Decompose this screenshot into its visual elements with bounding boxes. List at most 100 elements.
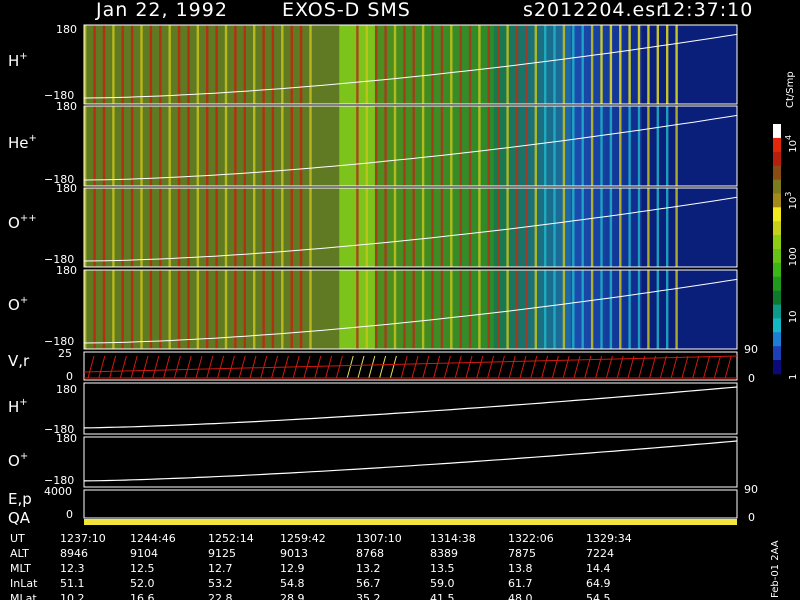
spectrogram-column (689, 188, 696, 267)
spectrogram-column (547, 106, 554, 186)
spectrogram-streak (459, 270, 462, 349)
spectrogram-column (143, 106, 150, 186)
table-cell: 1307:10 (356, 532, 402, 545)
spectrogram-streak (271, 25, 275, 104)
table-cell: 9104 (130, 547, 158, 560)
spectrogram-streak (534, 188, 537, 267)
spectrogram-streak (159, 25, 162, 104)
spectrogram-streak (562, 270, 566, 349)
spectrogram-column (327, 188, 334, 267)
spectrogram-streak (572, 106, 575, 186)
spectrogram-column (256, 106, 263, 186)
spectrogram-streak (497, 270, 500, 349)
spectrogram-streak (375, 270, 378, 349)
spectrogram-streak (431, 188, 434, 267)
vr-ytop: 25 (58, 347, 72, 360)
spectrogram-streak (440, 106, 444, 186)
spectrogram-streak (196, 106, 199, 186)
spectrogram-column (345, 25, 352, 104)
spectrogram-streak (403, 25, 406, 104)
spectrogram-column (564, 25, 572, 104)
spectrogram-column (689, 25, 696, 104)
spectrogram-column (481, 188, 489, 267)
spectrogram-streak (609, 106, 613, 186)
spectrogram-streak (506, 188, 509, 267)
spectrogram-streak (553, 25, 556, 104)
colorbar-swatch (773, 360, 781, 375)
spectrogram-streak (309, 106, 312, 186)
colorbar-swatch (773, 290, 781, 305)
panel-o-plus-label: O+ (8, 295, 28, 314)
table-row-label: ALT (10, 547, 29, 560)
spectrogram-streak (468, 106, 472, 186)
spectrogram-column (273, 188, 281, 267)
spectrogram-streak (581, 188, 584, 267)
spectrogram-streak (121, 188, 124, 267)
colorbar-swatch (773, 193, 781, 208)
spectrogram-column (677, 106, 684, 186)
spectrogram-streak (666, 270, 669, 349)
spectrogram-streak (675, 106, 678, 186)
spectrogram-column (339, 106, 346, 186)
panel-1-ymax: 180 (56, 23, 77, 36)
spectrogram-streak (384, 188, 387, 267)
spectrogram-column (731, 188, 738, 267)
vr-ybottom: 0 (66, 370, 73, 383)
spectrogram-streak (647, 25, 650, 104)
spectrogram-streak (666, 106, 669, 186)
spectrogram-streak (121, 25, 124, 104)
spectrogram-streak (177, 106, 181, 186)
spectrogram-streak (619, 106, 622, 186)
spectrogram-streak (497, 188, 500, 267)
spectrogram-column (256, 188, 263, 267)
table-cell: 1329:34 (586, 532, 632, 545)
spectrogram-streak (196, 270, 199, 349)
spectrogram-streak (450, 188, 453, 267)
line-panel-1 (83, 382, 738, 435)
spectrogram-column (707, 25, 714, 104)
spectrogram-streak (168, 25, 171, 104)
line-1-ymax: 180 (56, 383, 77, 396)
spectrogram-streak (666, 188, 669, 267)
spectrogram-column (725, 270, 732, 349)
spectrogram-streak (525, 25, 528, 104)
spectrogram-streak (290, 270, 293, 349)
spectrogram-column (339, 25, 346, 104)
panel-h-plus-label: H+ (8, 51, 28, 70)
spectrogram-column (701, 188, 708, 267)
spectrogram-streak (619, 25, 622, 104)
spectrogram-column (594, 270, 601, 349)
spectrogram-streak (93, 188, 96, 267)
spectrogram-streak (215, 106, 218, 186)
spectrogram-column (434, 270, 441, 349)
spectrogram-streak (299, 25, 303, 104)
spectrogram-streak (168, 270, 171, 349)
spectrogram-streak (365, 25, 368, 104)
spectrogram-streak (262, 270, 265, 349)
spectrogram-streak (421, 270, 425, 349)
table-cell: 7875 (508, 547, 536, 560)
spectrogram-streak (403, 188, 406, 267)
table-cell: 64.9 (586, 577, 611, 590)
spectrogram-column (333, 25, 340, 104)
panel-4-ymax: 180 (56, 264, 77, 277)
header-date: Jan 22, 1992 (95, 0, 228, 21)
ephemeris-table: UT 1237:10 1244:46 1252:14 1259:42 1307:10 131… (10, 532, 632, 600)
spectrogram-streak (675, 270, 678, 349)
line-panel-frame (83, 436, 738, 488)
spectrogram-streak (553, 270, 556, 349)
spectrogram-column (677, 270, 684, 349)
spectrogram-streak (637, 25, 641, 104)
spectrogram-streak (581, 106, 584, 186)
colorbar-swatch (773, 165, 781, 180)
ep-left-bottom: 0 (66, 508, 73, 521)
spectrogram-column (327, 25, 334, 104)
spectrogram-streak (356, 25, 359, 104)
colorbar-swatch (773, 151, 781, 166)
spectrogram-column (303, 25, 310, 104)
spectrogram-column (386, 25, 394, 104)
spectrogram-column (731, 25, 738, 104)
spectrogram-column (315, 188, 322, 267)
spectrogram-streak (159, 270, 162, 349)
spectrogram-column (273, 106, 281, 186)
